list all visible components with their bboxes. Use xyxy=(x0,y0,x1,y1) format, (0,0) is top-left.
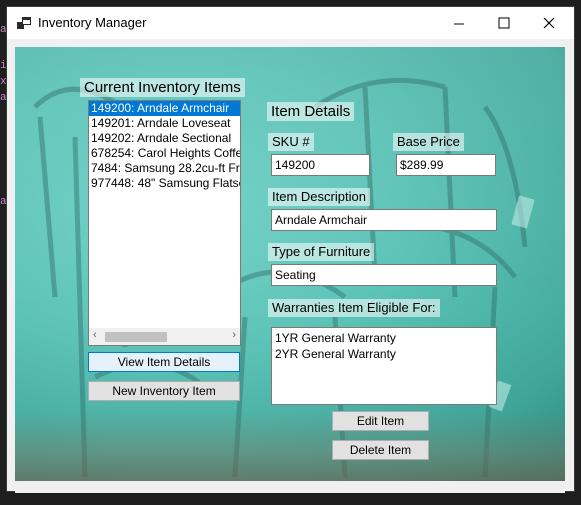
minimize-icon xyxy=(453,23,464,24)
floor-shade xyxy=(15,411,565,481)
scroll-right-icon[interactable]: › xyxy=(232,329,236,341)
inventory-listbox[interactable]: 149200: Arndale Armchair 149201: Arndale … xyxy=(88,100,241,346)
window-bottom-border xyxy=(15,481,565,493)
scroll-left-icon[interactable]: ‹ xyxy=(93,329,97,341)
base-price-field[interactable]: $289.99 xyxy=(396,154,496,176)
warranties-label: Warranties Item Eligible For: xyxy=(268,299,440,317)
inventory-list-item[interactable]: 678254: Carol Heights Coffe xyxy=(89,146,240,161)
base-price-label: Base Price xyxy=(393,133,464,151)
sku-field[interactable]: 149200 xyxy=(271,154,370,176)
inventory-list-item[interactable]: 977448: 48" Samsung Flatscr xyxy=(89,176,240,191)
scrollbar-thumb[interactable] xyxy=(105,332,167,342)
type-of-furniture-field[interactable]: Seating xyxy=(271,264,497,286)
inventory-manager-window: Inventory Manager Current Inventory Item… xyxy=(6,6,575,493)
inventory-list-item[interactable]: 149200: Arndale Armchair xyxy=(89,101,240,116)
close-button[interactable] xyxy=(526,7,572,39)
delete-item-button[interactable]: Delete Item xyxy=(332,440,429,460)
view-item-details-button[interactable]: View Item Details xyxy=(88,352,240,372)
inventory-list-item[interactable]: 149202: Arndale Sectional xyxy=(89,131,240,146)
sku-label: SKU # xyxy=(268,133,314,151)
item-description-label: Item Description xyxy=(268,188,370,206)
inventory-list-item[interactable]: 149201: Arndale Loveseat xyxy=(89,116,240,131)
window-title: Inventory Manager xyxy=(38,15,147,30)
maximize-icon xyxy=(498,17,510,29)
item-details-header: Item Details xyxy=(267,102,355,121)
form-client-area: Current Inventory Items 149200: Arndale … xyxy=(15,47,565,481)
title-bar[interactable]: Inventory Manager xyxy=(7,7,574,39)
item-description-field[interactable]: Arndale Armchair xyxy=(271,209,497,231)
minimize-button[interactable] xyxy=(436,7,482,39)
warranty-item[interactable]: 2YR General Warranty xyxy=(275,346,493,362)
new-inventory-item-button[interactable]: New Inventory Item xyxy=(88,381,240,401)
maximize-button[interactable] xyxy=(481,7,527,39)
close-icon xyxy=(543,17,555,29)
type-of-furniture-label: Type of Furniture xyxy=(268,243,375,261)
inventory-header: Current Inventory Items xyxy=(80,78,245,97)
app-icon xyxy=(17,17,31,29)
warranty-item[interactable]: 1YR General Warranty xyxy=(275,330,493,346)
edit-item-button[interactable]: Edit Item xyxy=(332,411,429,431)
inventory-list-item[interactable]: 7484: Samsung 28.2cu-ft Fre xyxy=(89,161,240,176)
inventory-horizontal-scrollbar[interactable]: ‹ › xyxy=(89,328,240,345)
warranties-listbox[interactable]: 1YR General Warranty 2YR General Warrant… xyxy=(271,327,497,405)
